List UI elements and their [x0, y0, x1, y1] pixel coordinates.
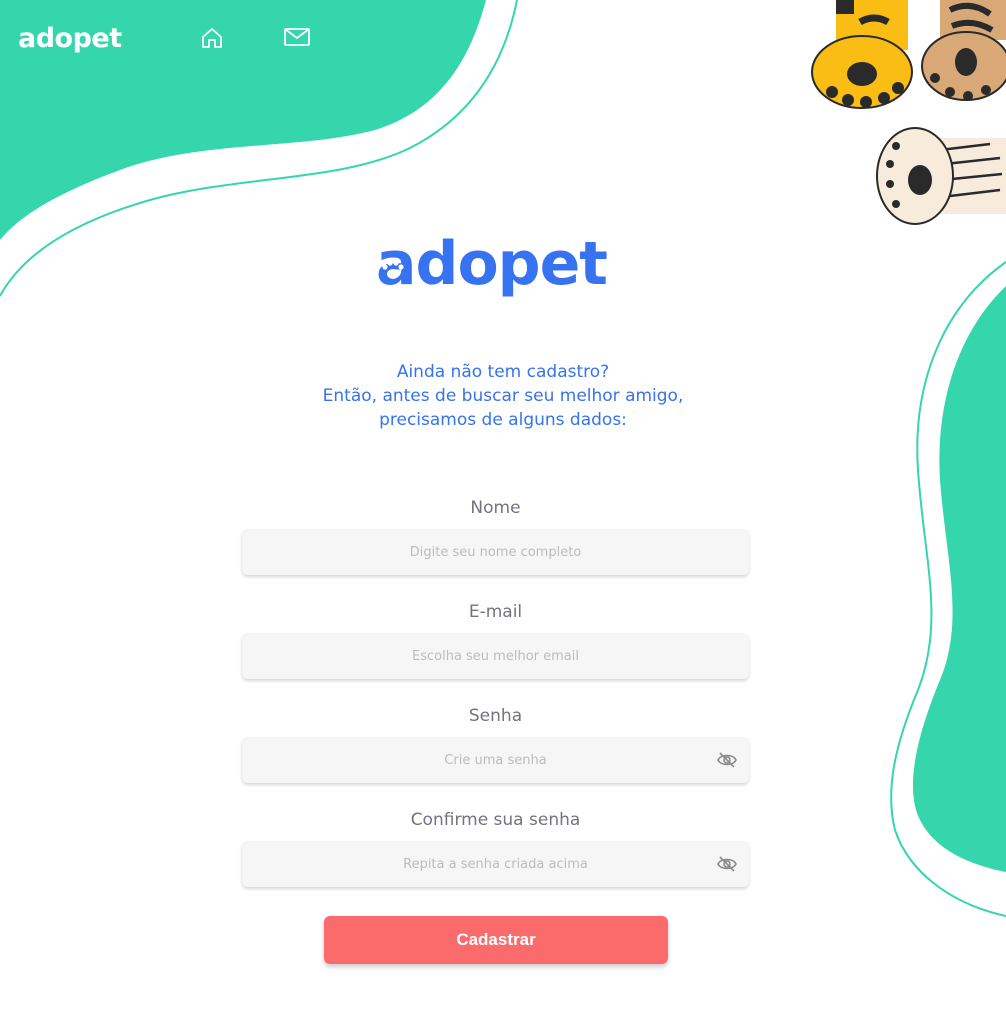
name-field-box — [242, 529, 749, 575]
paws-illustration — [811, 0, 1006, 225]
confirm-password-input[interactable] — [242, 841, 749, 887]
confirm-password-field-box — [242, 841, 749, 887]
register-form: Nome E-mail Senha Confirme sua senha — [242, 496, 749, 912]
intro-text: Ainda não tem cadastro? Então, antes de … — [320, 360, 686, 432]
password-label: Senha — [468, 706, 523, 726]
email-input[interactable] — [242, 633, 749, 679]
password-field-box — [242, 737, 749, 783]
intro-line-1: Ainda não tem cadastro? — [396, 362, 610, 382]
eye-off-icon[interactable] — [717, 855, 737, 873]
eye-off-icon[interactable] — [717, 751, 737, 769]
submit-button[interactable]: Cadastrar — [324, 916, 668, 964]
paw-icon — [382, 260, 404, 279]
email-field-box — [242, 633, 749, 679]
password-input[interactable] — [242, 737, 749, 783]
main-logo: adopet — [376, 229, 608, 299]
name-input[interactable] — [242, 529, 749, 575]
name-label: Nome — [470, 498, 521, 518]
email-label: E-mail — [468, 602, 523, 622]
header-logo[interactable]: adopet — [18, 24, 122, 54]
mail-icon[interactable] — [284, 27, 310, 51]
logo-text: adopet — [376, 229, 608, 299]
intro-line-2: Então, antes de buscar seu melhor amigo,… — [322, 386, 684, 430]
home-icon[interactable] — [200, 26, 224, 54]
confirm-password-label: Confirme sua senha — [410, 810, 581, 830]
